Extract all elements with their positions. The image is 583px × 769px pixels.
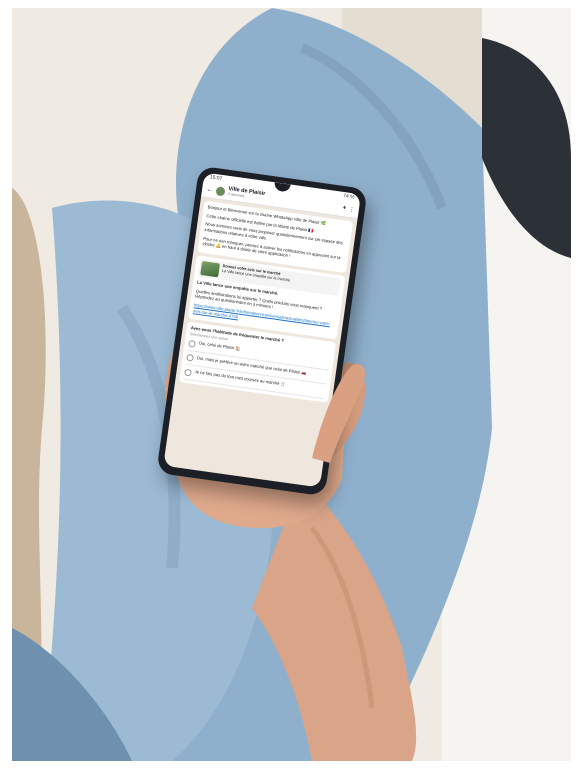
back-arrow-icon[interactable]: ← xyxy=(206,185,214,193)
radio-icon xyxy=(184,368,192,377)
channel-avatar[interactable] xyxy=(215,185,226,196)
more-icon[interactable]: ⋮ xyxy=(348,205,355,213)
radio-icon xyxy=(186,354,194,363)
preview-thumbnail xyxy=(200,261,220,278)
radio-icon xyxy=(188,339,196,348)
photo-scene: 15:07 74 % ← Ville de Plaisir 4 abonnés … xyxy=(12,8,571,761)
bell-icon[interactable]: ♦ xyxy=(342,205,346,211)
chat-feed[interactable]: Bonjour et Bienvenue sur la chaîne Whats… xyxy=(175,197,358,406)
poll-option-label: Oui, celui de Plaisir 🏠 xyxy=(198,340,241,352)
phone-screen: 15:07 74 % ← Ville de Plaisir 4 abonnés … xyxy=(163,172,361,488)
